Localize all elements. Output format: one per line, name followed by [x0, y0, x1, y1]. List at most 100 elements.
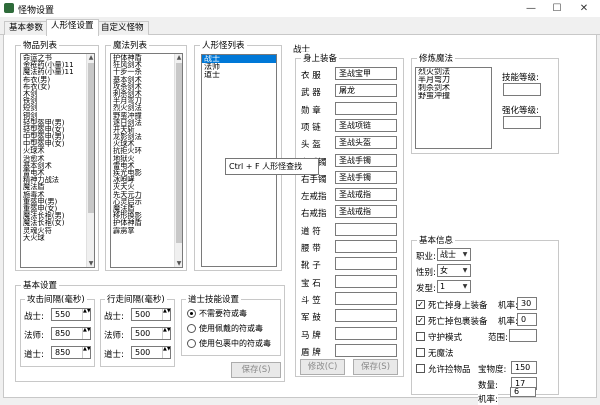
- equip-slot-input[interactable]: [335, 222, 397, 236]
- list-item[interactable]: 铁剑: [21, 97, 86, 104]
- tab-humanoid-settings[interactable]: 人形怪设置: [46, 19, 99, 36]
- list-item[interactable]: 霹雳掌: [111, 227, 174, 234]
- item-list-scrollbar[interactable]: ▲ ▼: [86, 54, 94, 267]
- equip-slot-input[interactable]: 圣战宝甲: [335, 67, 397, 80]
- taoist-option-radio[interactable]: [187, 309, 196, 318]
- list-item[interactable]: 魔法盾: [111, 205, 174, 212]
- scroll-down-icon[interactable]: ▼: [87, 260, 94, 267]
- list-item[interactable]: 先天元力: [111, 191, 174, 198]
- list-item[interactable]: 木剑: [21, 90, 86, 97]
- spin-arrows-icon[interactable]: ▲▼: [82, 328, 90, 339]
- list-item[interactable]: 重盔甲(女): [21, 205, 86, 212]
- list-item[interactable]: 烈火剑法: [416, 68, 491, 76]
- list-item[interactable]: 灵魂火符: [21, 227, 86, 234]
- equip-slot-input[interactable]: [335, 343, 397, 357]
- list-item[interactable]: 十步一杀: [111, 68, 174, 75]
- list-item[interactable]: 护体神盾: [111, 54, 174, 61]
- list-item[interactable]: 基本剑术: [21, 162, 86, 169]
- list-item[interactable]: 烈火剑法: [111, 104, 174, 111]
- scroll-down-icon[interactable]: ▼: [175, 260, 182, 267]
- equip-slot-input[interactable]: 圣战手镯: [335, 170, 397, 184]
- interval-input[interactable]: 500 ▲▼: [131, 346, 171, 359]
- equip-slot-input[interactable]: [335, 309, 397, 323]
- list-item[interactable]: 魔法长袍(女): [21, 219, 86, 226]
- sensitivity-input[interactable]: 150: [511, 361, 537, 374]
- list-item[interactable]: 大火球: [21, 234, 86, 241]
- equip-slot-input[interactable]: 屠龙: [335, 84, 397, 98]
- list-item[interactable]: 野蛮冲撞: [111, 112, 174, 119]
- death-equip-checkbox[interactable]: ✓: [416, 300, 425, 309]
- hair-dropdown[interactable]: 1 ▼: [437, 280, 471, 293]
- list-item[interactable]: 魔法盾: [21, 183, 86, 190]
- list-item[interactable]: 狂风剑术: [111, 61, 174, 68]
- skill-level-input[interactable]: [503, 83, 541, 96]
- death-bag-rate-input[interactable]: 0: [517, 313, 537, 326]
- list-item[interactable]: 魔法长袍(男): [21, 212, 86, 219]
- no-magic-checkbox[interactable]: [416, 348, 425, 357]
- tab-custom-monster[interactable]: 自定义怪物: [96, 21, 149, 35]
- list-item[interactable]: 抗拒火环: [111, 147, 174, 154]
- list-item[interactable]: 刺杀剑术: [111, 90, 174, 97]
- list-item[interactable]: 战士: [202, 55, 276, 63]
- tab-basic-params[interactable]: 基本参数: [4, 21, 49, 35]
- close-button[interactable]: ✕: [572, 0, 596, 17]
- interval-input[interactable]: 550 ▲▼: [51, 308, 91, 321]
- equip-slot-input[interactable]: [335, 240, 397, 253]
- list-item[interactable]: 龙影剑法: [111, 133, 174, 140]
- strength-level-input[interactable]: [503, 116, 541, 129]
- list-item[interactable]: 火球术: [111, 140, 174, 147]
- magic-list-scrollbar[interactable]: ▲ ▼: [174, 54, 182, 267]
- spin-arrows-icon[interactable]: ▲▼: [82, 347, 90, 358]
- list-item[interactable]: 半月弯刀: [111, 97, 174, 104]
- scroll-thumb[interactable]: [88, 63, 94, 213]
- list-item[interactable]: 法师: [202, 63, 276, 71]
- spin-arrows-icon[interactable]: ▲▼: [162, 328, 170, 339]
- basic-save-button[interactable]: 保存(S): [231, 362, 281, 378]
- interval-input[interactable]: 850 ▲▼: [51, 327, 91, 340]
- scroll-up-icon[interactable]: ▲: [87, 54, 94, 61]
- equip-slot-input[interactable]: 圣战头盔: [335, 136, 397, 150]
- cultivation-listbox[interactable]: 烈火剑法 半月弯刀 刺杀剑术 野蛮冲撞: [415, 67, 492, 149]
- list-item[interactable]: 半月弯刀: [416, 76, 491, 84]
- list-item[interactable]: 金疮药(小量)11: [21, 61, 86, 68]
- list-item[interactable]: 火球术: [21, 147, 86, 154]
- list-item[interactable]: 道士: [202, 71, 276, 79]
- equip-slot-input[interactable]: [335, 291, 397, 305]
- list-item[interactable]: 中型盔甲(女): [21, 140, 86, 147]
- list-item[interactable]: 治愈术: [21, 155, 86, 162]
- list-item[interactable]: 地狱火: [111, 155, 174, 162]
- list-item[interactable]: 护体神盾: [111, 219, 174, 226]
- guard-mode-checkbox[interactable]: [416, 332, 425, 341]
- list-item[interactable]: 冰咆哮: [111, 176, 174, 183]
- list-item[interactable]: 移形换影: [111, 212, 174, 219]
- scroll-up-icon[interactable]: ▲: [175, 54, 182, 61]
- list-item[interactable]: 施毒术: [21, 191, 86, 198]
- list-item[interactable]: 逐日剑法: [111, 119, 174, 126]
- equip-slot-input[interactable]: 圣战项链: [335, 118, 397, 132]
- item-listbox[interactable]: 命运之书 金疮药(小量)11 魔法药(小量)11 布衣(男) 布衣(女) 木剑 铁剑 短剑 铜剑…: [20, 53, 95, 268]
- taoist-option-radio[interactable]: [187, 324, 196, 333]
- list-item[interactable]: 布衣(女): [21, 83, 86, 90]
- taoist-option-radio[interactable]: [187, 339, 196, 348]
- gender-dropdown[interactable]: 女 ▼: [437, 264, 471, 277]
- pickup-rate-input[interactable]: 6: [510, 387, 536, 397]
- equip-slot-input[interactable]: [335, 326, 397, 340]
- magic-listbox[interactable]: 护体神盾 狂风剑术 十步一杀 基本剑术 攻杀剑术 刺杀剑术 半月弯刀 烈火剑法 野蛮冲撞 逐日剑法…: [110, 53, 183, 268]
- warrior-save-button[interactable]: 保存(S): [353, 359, 398, 375]
- equip-slot-input[interactable]: [335, 274, 397, 288]
- list-item[interactable]: 魔法药(小量)11: [21, 68, 86, 75]
- list-item[interactable]: 攻杀剑术: [111, 83, 174, 90]
- list-item[interactable]: 铜剑: [21, 112, 86, 119]
- spin-arrows-icon[interactable]: ▲▼: [162, 309, 170, 320]
- scroll-thumb[interactable]: [176, 63, 182, 243]
- modify-button[interactable]: 修改(C): [300, 359, 345, 375]
- death-equip-rate-input[interactable]: 30: [517, 297, 537, 310]
- list-item[interactable]: 刺杀剑术: [416, 84, 491, 92]
- list-item[interactable]: 雷电术: [111, 162, 174, 169]
- spin-arrows-icon[interactable]: ▲▼: [162, 347, 170, 358]
- list-item[interactable]: 重盔甲(男): [21, 198, 86, 205]
- equip-slot-input[interactable]: [335, 257, 397, 271]
- list-item[interactable]: 布衣(男): [21, 76, 86, 83]
- list-item[interactable]: 轻型盔甲(女): [21, 126, 86, 133]
- list-item[interactable]: 心灵启示: [111, 198, 174, 205]
